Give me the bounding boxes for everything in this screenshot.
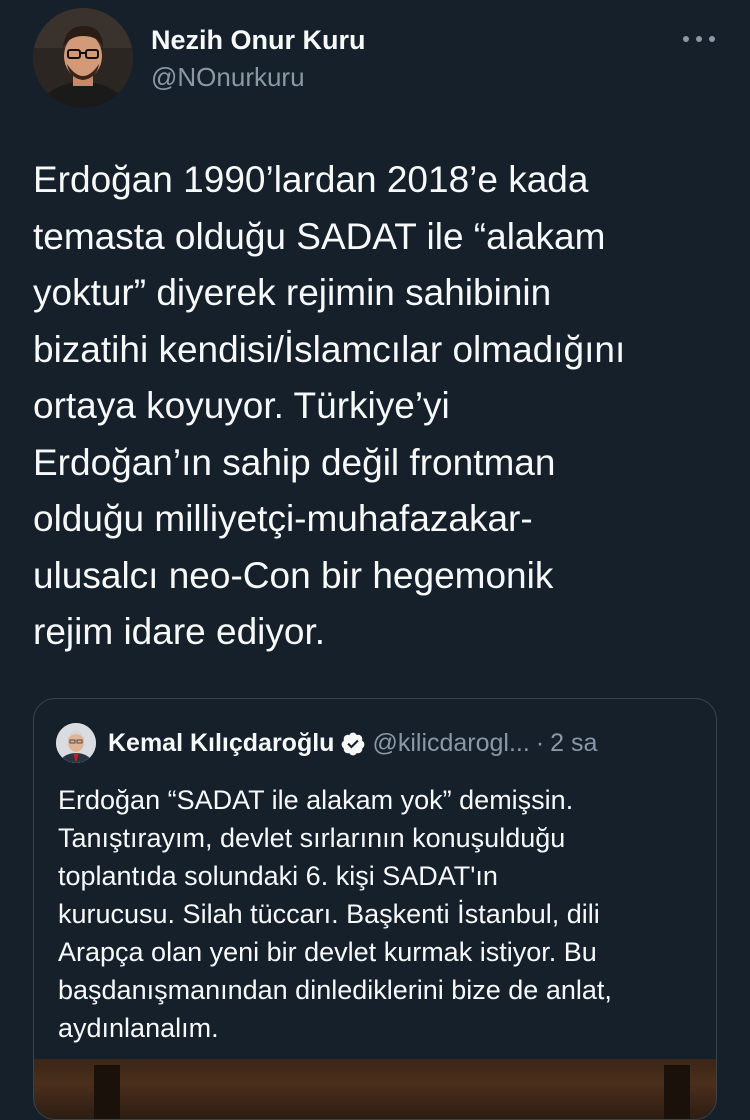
author-avatar[interactable] [33, 8, 133, 108]
media-detail [664, 1065, 690, 1119]
quoted-tweet-text: Erdoğan “SADAT ile alakam yok” demişsin.… [58, 785, 612, 1043]
author-handle[interactable]: @NOnurkuru [151, 62, 305, 93]
more-options-button[interactable] [676, 24, 722, 54]
tweet-text: Erdoğan 1990’lardan 2018’e kada temasta … [33, 159, 626, 652]
separator-dot: · [535, 729, 545, 757]
quoted-author-name[interactable]: Kemal Kılıçdaroğlu [108, 729, 334, 758]
quoted-author-avatar-image [56, 723, 96, 763]
quoted-tweet-media[interactable] [34, 1059, 716, 1119]
quoted-author-handle[interactable]: @kilicdarogl... [372, 729, 529, 758]
verified-badge-icon [340, 731, 366, 757]
author-avatar-image [33, 8, 133, 108]
quoted-tweet[interactable]: Kemal Kılıçdaroğlu @kilicdarogl... · 2 s… [33, 698, 717, 1120]
media-detail [94, 1065, 120, 1119]
quoted-tweet-header: Kemal Kılıçdaroğlu @kilicdarogl... · 2 s… [108, 729, 597, 758]
author-name[interactable]: Nezih Onur Kuru [151, 25, 366, 56]
more-horizontal-icon [683, 36, 715, 42]
quoted-author-avatar[interactable] [56, 723, 96, 763]
tweet: Nezih Onur Kuru @NOnurkuru Erdoğan 1990’… [0, 0, 750, 1120]
quoted-tweet-time[interactable]: 2 sa [550, 729, 597, 758]
